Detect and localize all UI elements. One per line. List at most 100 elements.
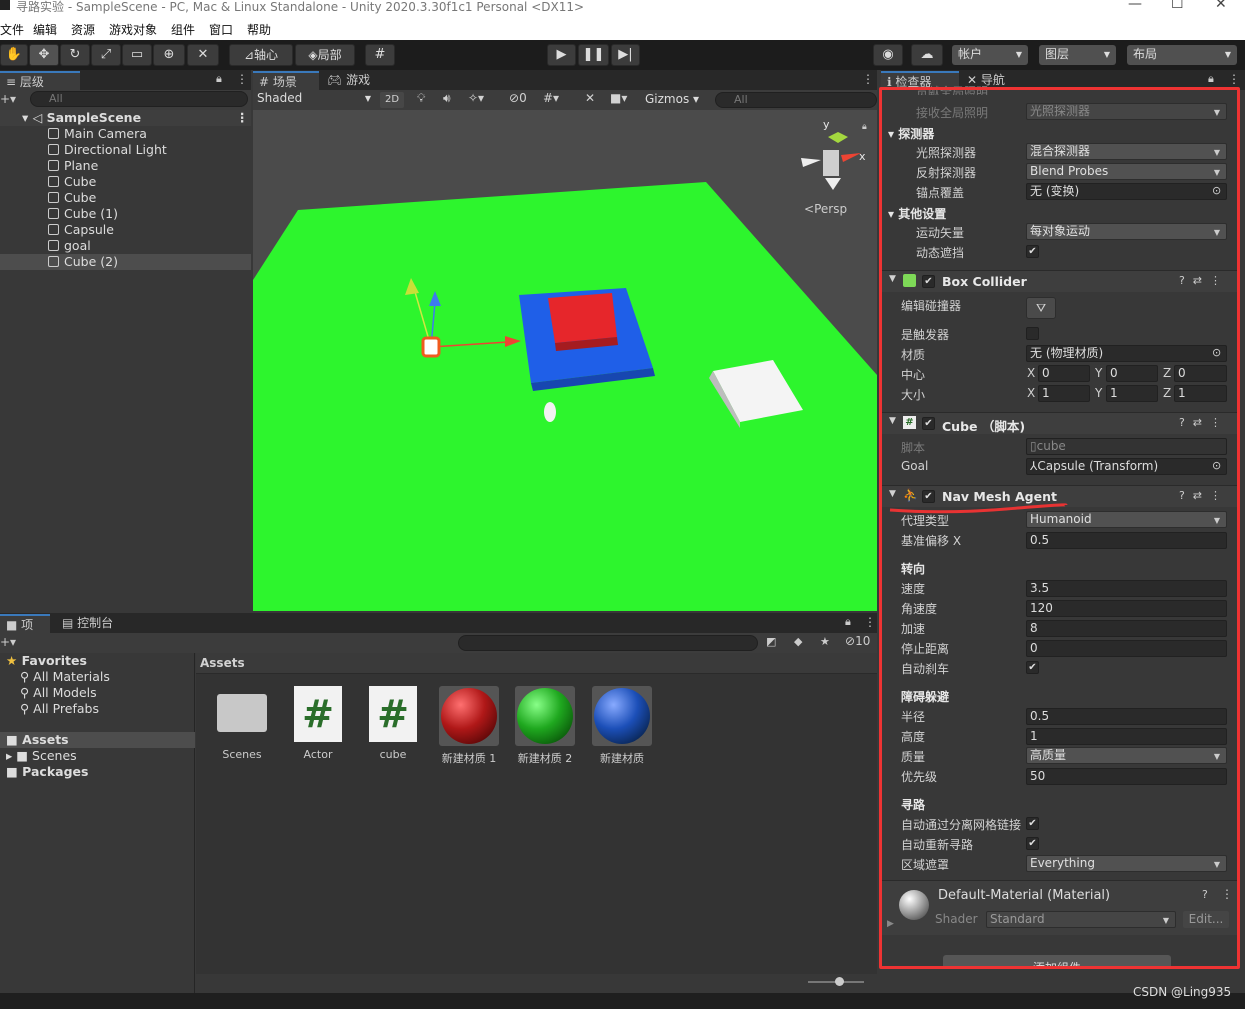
- filter-type-icon[interactable]: ◩: [766, 635, 776, 648]
- rect-tool-icon[interactable]: ▭: [122, 44, 152, 66]
- hierarchy-item[interactable]: Cube: [0, 190, 251, 206]
- cloud-icon[interactable]: ☁: [911, 44, 943, 66]
- local-toggle[interactable]: ◈局部: [295, 44, 355, 66]
- hierarchy-item[interactable]: Cube: [0, 174, 251, 190]
- gizmos-dropdown[interactable]: Gizmos ▾: [645, 92, 699, 106]
- hierarchy-item[interactable]: Capsule: [0, 222, 251, 238]
- project-lock-icon[interactable]: 🔒︎: [845, 615, 851, 629]
- zoom-slider[interactable]: [808, 977, 864, 986]
- create-plus-icon[interactable]: +▾: [0, 92, 16, 106]
- gizmo-lock-icon[interactable]: 🔒︎: [862, 122, 867, 132]
- gameobject-icon: [48, 256, 59, 267]
- layers-dropdown[interactable]: 图层: [1039, 45, 1116, 65]
- orientation-gizmo-neg-x: [801, 158, 821, 167]
- play-button[interactable]: ▶: [547, 44, 576, 66]
- project-search-input[interactable]: [458, 635, 758, 651]
- shading-dropdown[interactable]: Shaded ▼: [257, 91, 373, 109]
- hidden-objects-icon[interactable]: ⊘0: [509, 91, 527, 105]
- hierarchy-item[interactable]: Main Camera: [0, 126, 251, 142]
- asset-grid: Scenes # Actor # cube 新建材质 1 新建材质 2 新建材质: [196, 674, 877, 974]
- menu-edit[interactable]: 编辑: [33, 21, 57, 38]
- tools-icon[interactable]: ✕: [585, 91, 595, 105]
- menu-window[interactable]: 窗口: [209, 21, 233, 38]
- menu-assets[interactable]: 资源: [71, 21, 95, 38]
- effects-toggle-icon[interactable]: ✧▾: [468, 91, 484, 105]
- lock-icon[interactable]: 🔒︎: [216, 72, 222, 86]
- inspector-more-icon[interactable]: ⋮: [1228, 72, 1240, 86]
- gameobject-icon: [48, 192, 59, 203]
- grid-snap-icon[interactable]: #: [365, 44, 395, 66]
- menu-gameobject[interactable]: 游戏对象: [109, 21, 157, 38]
- gamepad-icon: 🎮︎: [327, 73, 347, 87]
- menu-help[interactable]: 帮助: [247, 21, 271, 38]
- inspector-lock-icon[interactable]: 🔒︎: [1208, 72, 1214, 86]
- more-menu-icon[interactable]: ⋮: [236, 72, 248, 86]
- maximize-icon[interactable]: ☐: [1171, 0, 1184, 12]
- asset-material[interactable]: 新建材质: [587, 686, 657, 766]
- close-icon[interactable]: ✕: [1215, 0, 1227, 12]
- tab-scene[interactable]: # 场景: [253, 71, 319, 90]
- account-dropdown[interactable]: 帐户: [952, 45, 1028, 65]
- pivot-toggle[interactable]: ⊿轴心: [229, 44, 293, 66]
- minimize-icon[interactable]: —: [1128, 0, 1142, 12]
- tab-console[interactable]: ▤ 控制台: [56, 614, 126, 633]
- hierarchy-search-input[interactable]: All: [30, 91, 248, 107]
- chevron-down-icon: ▼: [364, 94, 371, 103]
- hierarchy-item-selected[interactable]: Cube (2): [0, 254, 251, 270]
- scene-row[interactable]: ▾ ◁ SampleScene ⋮: [0, 110, 251, 126]
- folder-icon: ■: [16, 748, 33, 763]
- rotate-tool-icon[interactable]: ↻: [60, 44, 90, 66]
- asset-scenes[interactable]: Scenes: [207, 686, 277, 761]
- step-button[interactable]: ▶|: [611, 44, 640, 66]
- project-tree: ★ Favorites ⚲ All Materials ⚲ All Models…: [0, 653, 195, 993]
- navmesh-agent-gizmo: [421, 336, 441, 358]
- csharp-script-icon: #: [294, 686, 342, 742]
- asset-material-1[interactable]: 新建材质 1: [434, 686, 504, 766]
- collab-icon[interactable]: ◉: [873, 44, 903, 66]
- material-preview-green: [515, 686, 575, 746]
- hierarchy-header: ≡ 层级 🔒︎ ⋮: [0, 70, 251, 90]
- csharp-script-icon: #: [369, 686, 417, 742]
- hidden-packages-icon[interactable]: ⊘10: [845, 634, 870, 648]
- window-title: 寻路实验 - SampleScene - PC, Mac & Linux Sta…: [16, 0, 585, 14]
- scene-viewport[interactable]: y x 🔒︎ <Persp: [253, 110, 877, 611]
- status-bar: CSDN @Ling935: [0, 985, 1245, 1009]
- asset-actor[interactable]: # Actor: [283, 686, 353, 761]
- lighting-toggle-icon[interactable]: 💡︎: [417, 91, 425, 106]
- tab-game[interactable]: 🎮︎ 游戏: [321, 71, 387, 90]
- layout-dropdown[interactable]: 布局: [1127, 45, 1237, 65]
- zoom-slider-knob[interactable]: [835, 977, 844, 986]
- hierarchy-item[interactable]: Plane: [0, 158, 251, 174]
- hierarchy-item[interactable]: Cube (1): [0, 206, 251, 222]
- camera-icon[interactable]: ■▾: [610, 91, 627, 105]
- filter-label-icon[interactable]: ◆: [794, 635, 802, 648]
- expand-arrow-icon: ▸: [6, 748, 17, 763]
- asset-material-2[interactable]: 新建材质 2: [510, 686, 580, 766]
- breadcrumb[interactable]: Assets: [196, 653, 877, 674]
- main-toolbar: ✋ ✥ ↻ ⤢ ▭ ⊕ ✕ ⊿轴心 ◈局部 # ▶ ❚❚ ▶| ◉ ☁ 帐户 图…: [0, 40, 1245, 70]
- tab-hierarchy[interactable]: ≡ 层级: [0, 71, 80, 90]
- favorite-star-icon[interactable]: ★: [820, 635, 830, 648]
- hierarchy-item[interactable]: Directional Light: [0, 142, 251, 158]
- move-tool-icon[interactable]: ✥: [29, 44, 59, 66]
- menu-component[interactable]: 组件: [171, 21, 195, 38]
- pause-button[interactable]: ❚❚: [578, 44, 609, 66]
- perspective-label[interactable]: <Persp: [804, 202, 847, 216]
- tab-project[interactable]: ■ 项目: [0, 614, 50, 650]
- menu-file[interactable]: 文件: [0, 21, 24, 38]
- 2d-toggle[interactable]: 2D: [380, 92, 404, 108]
- scene-more-menu-icon[interactable]: ⋮: [862, 72, 874, 86]
- project-create-icon[interactable]: +▾: [0, 635, 16, 649]
- assets-row[interactable]: ■ Assets: [0, 732, 195, 748]
- hand-tool-icon[interactable]: ✋: [0, 44, 28, 66]
- project-more-icon[interactable]: ⋮: [864, 615, 876, 629]
- scale-tool-icon[interactable]: ⤢: [91, 44, 121, 66]
- scene-more-icon[interactable]: ⋮: [236, 110, 249, 126]
- scene-search-input[interactable]: All: [715, 92, 877, 108]
- custom-tool-icon[interactable]: ✕: [187, 44, 219, 66]
- asset-cube-script[interactable]: # cube: [358, 686, 428, 761]
- audio-toggle-icon[interactable]: 🔊︎: [443, 91, 451, 106]
- hierarchy-item[interactable]: goal: [0, 238, 251, 254]
- grid-toggle-icon[interactable]: #▾: [543, 91, 559, 105]
- transform-tool-icon[interactable]: ⊕: [153, 44, 185, 66]
